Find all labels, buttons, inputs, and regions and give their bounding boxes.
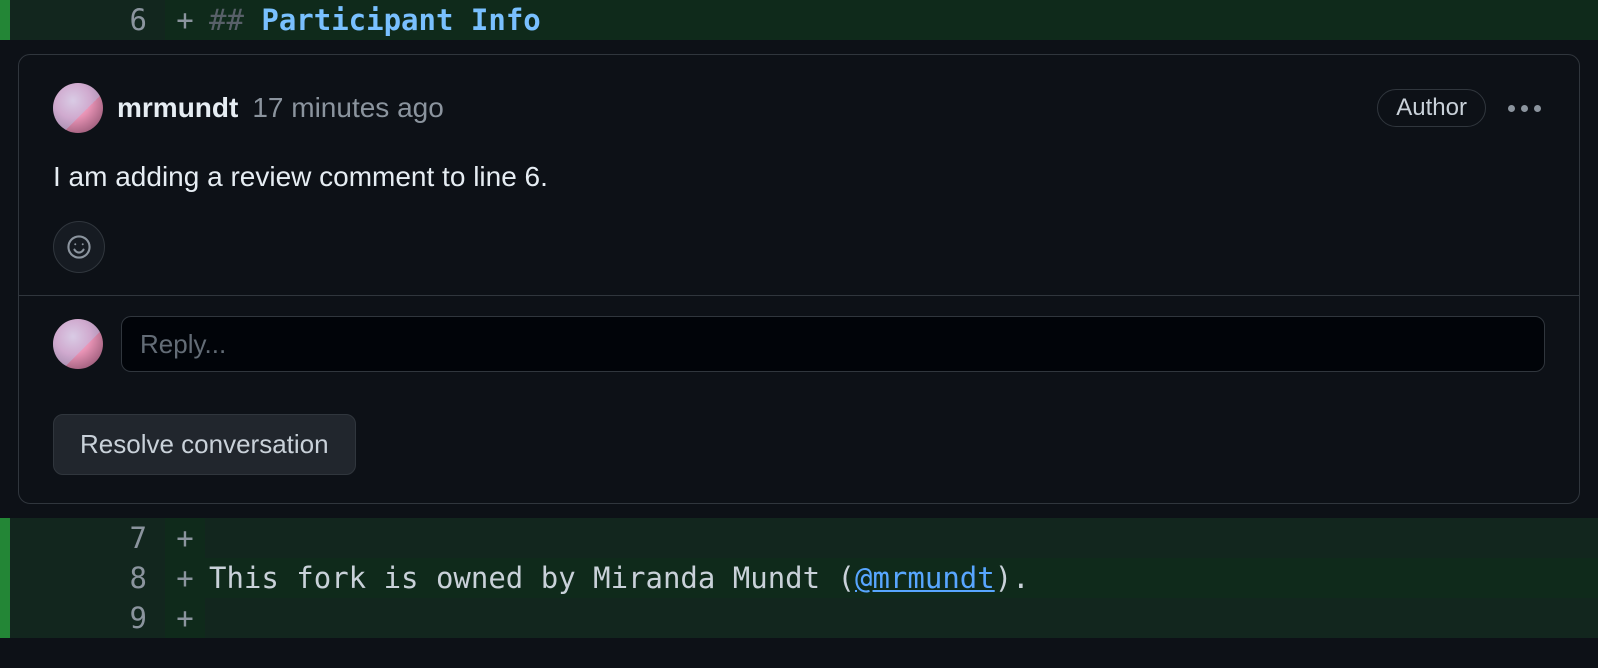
avatar[interactable] xyxy=(53,319,103,369)
reaction-row xyxy=(53,221,1545,273)
mention-link[interactable]: @mrmundt xyxy=(855,561,995,595)
code-text-prefix: This fork is owned by Miranda Mundt ( xyxy=(209,561,855,595)
line-number[interactable]: 6 xyxy=(10,0,165,40)
diff-line: 6 + ## Participant Info xyxy=(0,0,1598,40)
diff-added-strip xyxy=(0,598,10,638)
kebab-menu-icon[interactable] xyxy=(1504,101,1545,116)
line-number[interactable]: 9 xyxy=(10,598,165,638)
line-number[interactable]: 8 xyxy=(10,558,165,598)
author-badge: Author xyxy=(1377,89,1486,127)
diff-added-strip xyxy=(0,558,10,598)
reply-input[interactable] xyxy=(121,316,1545,372)
diff-line: 8 + This fork is owned by Miranda Mundt … xyxy=(0,558,1598,598)
add-reaction-button[interactable] xyxy=(53,221,105,273)
comment-body-section: mrmundt 17 minutes ago Author I am addin… xyxy=(19,55,1579,295)
comment-timestamp[interactable]: 17 minutes ago xyxy=(252,92,443,124)
comment-header-right: Author xyxy=(1377,89,1545,127)
diff-marker: + xyxy=(165,0,205,40)
line-number[interactable]: 7 xyxy=(10,518,165,558)
resolve-conversation-button[interactable]: Resolve conversation xyxy=(53,414,356,475)
resolve-section: Resolve conversation xyxy=(19,392,1579,503)
avatar[interactable] xyxy=(53,83,103,133)
diff-line: 7 + xyxy=(0,518,1598,558)
comment-header: mrmundt 17 minutes ago Author xyxy=(53,83,1545,133)
diff-added-strip xyxy=(0,0,10,40)
smiley-icon xyxy=(66,234,92,260)
diff-code: ## Participant Info xyxy=(205,0,1598,40)
review-comment-container: mrmundt 17 minutes ago Author I am addin… xyxy=(0,40,1598,518)
diff-marker: + xyxy=(165,598,205,638)
diff-line: 9 + xyxy=(0,598,1598,638)
review-comment-card: mrmundt 17 minutes ago Author I am addin… xyxy=(18,54,1580,504)
md-heading-hashes: ## xyxy=(209,3,244,37)
code-text-suffix: ). xyxy=(995,561,1030,595)
comment-body: I am adding a review comment to line 6. xyxy=(53,161,1545,193)
diff-added-strip xyxy=(0,518,10,558)
diff-marker: + xyxy=(165,558,205,598)
reply-section xyxy=(19,295,1579,392)
md-heading-text: Participant Info xyxy=(244,3,541,37)
comment-username[interactable]: mrmundt xyxy=(117,92,238,124)
diff-code: This fork is owned by Miranda Mundt (@mr… xyxy=(205,558,1598,598)
diff-marker: + xyxy=(165,518,205,558)
